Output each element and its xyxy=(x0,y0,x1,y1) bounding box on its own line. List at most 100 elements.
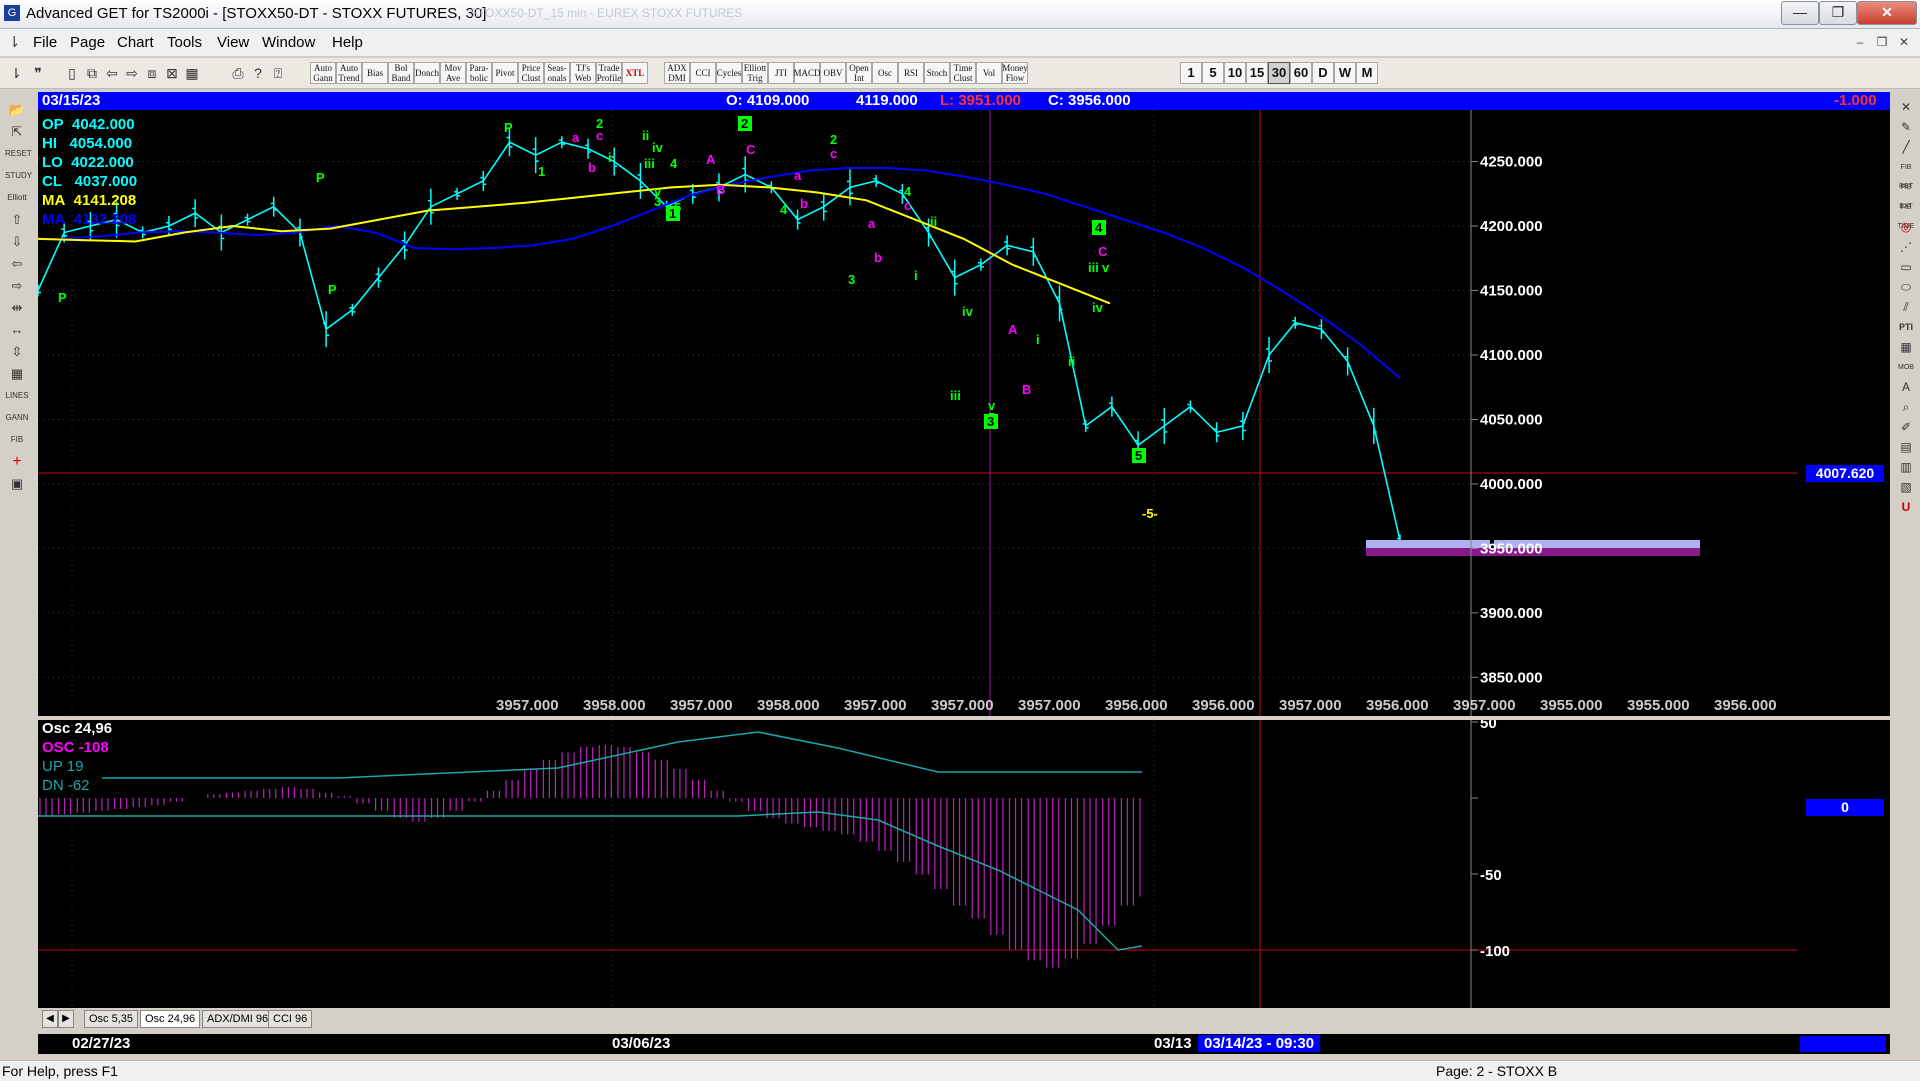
magnify-icon[interactable]: ⌕ xyxy=(1894,398,1918,417)
interval-d-button[interactable]: D xyxy=(1312,62,1334,84)
back-icon[interactable]: ⇦ xyxy=(102,62,122,84)
adx-dmi-button[interactable]: ADX DMI xyxy=(664,62,690,84)
new-icon[interactable]: ▯ xyxy=(62,62,82,84)
interval-5-button[interactable]: 5 xyxy=(1202,62,1224,84)
interval-60-button[interactable]: 60 xyxy=(1290,62,1312,84)
ellipse-tool-icon[interactable]: ⬭ xyxy=(1894,278,1918,297)
marker-icon[interactable]: ✐ xyxy=(1894,418,1918,437)
arrow-down-icon[interactable]: ⇩ xyxy=(5,232,29,252)
circle-tool-icon[interactable]: ◎ xyxy=(1894,218,1918,237)
magnet-icon[interactable]: U xyxy=(1894,498,1918,517)
grid-icon[interactable]: ▦ xyxy=(182,62,202,84)
rsi-button[interactable]: RSI xyxy=(898,62,924,84)
tab-cci-96[interactable]: CCI 96 xyxy=(268,1010,313,1028)
fib-ext-icon[interactable]: FIB EXT xyxy=(1894,178,1918,210)
scale-icon[interactable]: ⇳ xyxy=(5,342,29,362)
elliott-trig-button[interactable]: Elliott Trig xyxy=(742,62,768,84)
trade-profile-button[interactable]: Trade Profile xyxy=(596,62,622,84)
menu-view[interactable]: View xyxy=(217,34,249,51)
mdi-close-button[interactable]: ✕ xyxy=(1894,33,1914,51)
auto-gann-button[interactable]: Auto Gann xyxy=(310,62,336,84)
gann-icon[interactable]: GANN xyxy=(5,408,29,428)
pti-icon[interactable]: PTI xyxy=(1894,318,1918,337)
menu-help[interactable]: Help xyxy=(332,34,363,51)
mov-ave-button[interactable]: Mov Ave xyxy=(440,62,466,84)
context-help-icon[interactable]: ⍰ xyxy=(268,62,288,84)
fib-ret-icon[interactable]: FIB RET xyxy=(1894,158,1918,190)
channel-tool-icon[interactable]: ⫽ xyxy=(1894,298,1918,317)
menu-window[interactable]: Window xyxy=(262,34,315,51)
sheet-icon[interactable]: ▥ xyxy=(1894,458,1918,477)
interval-w-button[interactable]: W xyxy=(1334,62,1356,84)
arrow-up-icon[interactable]: ⇧ xyxy=(5,210,29,230)
fib-time-icon[interactable]: FIB TIME xyxy=(1894,198,1918,230)
quote-icon[interactable]: ❞ xyxy=(28,62,48,84)
cci-button[interactable]: CCI xyxy=(690,62,716,84)
jti-button[interactable]: JTI xyxy=(768,62,794,84)
chart-grid-icon[interactable]: ▤ xyxy=(1894,438,1918,457)
fib-icon[interactable]: FIB xyxy=(5,430,29,450)
time-clust-button[interactable]: Time Clust xyxy=(950,62,976,84)
mob-icon[interactable]: MOB xyxy=(1894,358,1918,377)
close-button[interactable]: ✕ xyxy=(1857,1,1917,25)
menu-tools[interactable]: Tools xyxy=(167,34,202,51)
mdi-minimize-button[interactable]: – xyxy=(1850,33,1870,51)
pencil-icon[interactable]: ✎ xyxy=(1894,118,1918,137)
lines-icon[interactable]: LINES xyxy=(5,386,29,406)
line-tool-icon[interactable]: ╱ xyxy=(1894,138,1918,157)
tab-osc-5-35[interactable]: Osc 5,35 xyxy=(84,1010,139,1028)
donch-button[interactable]: Donch xyxy=(414,62,440,84)
auto-trend-button[interactable]: Auto Trend xyxy=(336,62,362,84)
tab-scroll-left-icon[interactable]: ◀ xyxy=(42,1010,58,1028)
menu-chart[interactable]: Chart xyxy=(117,34,154,51)
stoch-button[interactable]: Stoch xyxy=(924,62,950,84)
crosshair-icon[interactable]: + xyxy=(5,452,29,472)
tab-adx-dmi-96[interactable]: ADX/DMI 96 xyxy=(202,1010,274,1028)
arrow-icon[interactable]: ⇂ xyxy=(6,62,26,84)
expand-icon[interactable]: ↔ xyxy=(5,320,29,340)
oscillator-panel[interactable]: 50 -50 -100 Osc 24,96 OSC -108 UP 19 DN -6… xyxy=(38,720,1890,1008)
tile-icon[interactable]: ⧈ xyxy=(142,62,162,84)
xtl-button[interactable]: XTL xyxy=(622,62,648,84)
bias-button[interactable]: Bias xyxy=(362,62,388,84)
print-icon[interactable]: ⎙ xyxy=(228,62,248,84)
restore-button[interactable]: ❐ xyxy=(1819,1,1857,25)
text-tool-icon[interactable]: A xyxy=(1894,378,1918,397)
tjs-web-button[interactable]: TJ's Web xyxy=(570,62,596,84)
book-icon[interactable]: ▧ xyxy=(1894,478,1918,497)
price-clust-button[interactable]: Price Clust xyxy=(518,62,544,84)
delete-icon[interactable]: ⊠ xyxy=(162,62,182,84)
menu-file[interactable]: File xyxy=(33,34,57,51)
copy-icon[interactable]: ⧉ xyxy=(82,62,102,84)
vol-button[interactable]: Vol xyxy=(976,62,1002,84)
study-icon[interactable]: STUDY xyxy=(5,166,32,186)
date-scroll-marker[interactable] xyxy=(1800,1036,1886,1052)
pivot-button[interactable]: Pivot xyxy=(492,62,518,84)
reset-icon[interactable]: RESET xyxy=(5,144,32,164)
camera-icon[interactable]: ▣ xyxy=(5,474,29,494)
compress-icon[interactable]: ⇹ xyxy=(5,298,29,318)
fan-tool-icon[interactable]: ⋰ xyxy=(1894,238,1918,257)
open-folder-icon[interactable]: 📂 xyxy=(5,100,29,120)
menu-page[interactable]: Page xyxy=(70,34,105,51)
interval-10-button[interactable]: 10 xyxy=(1224,62,1246,84)
interval-30-button[interactable]: 30 xyxy=(1268,62,1290,84)
macd-button[interactable]: MACD xyxy=(794,62,821,84)
help-icon[interactable]: ? xyxy=(248,62,268,84)
arrow-right-icon[interactable]: ⇨ xyxy=(5,276,29,296)
osc-button[interactable]: Osc xyxy=(872,62,898,84)
minimize-button[interactable]: — xyxy=(1781,1,1819,25)
elliott-icon[interactable]: Elliott xyxy=(5,188,29,208)
open-int-button[interactable]: Open Int xyxy=(846,62,872,84)
tab-scroll-right-icon[interactable]: ▶ xyxy=(58,1010,74,1028)
cycles-button[interactable]: Cycles xyxy=(716,62,742,84)
box-tool-icon[interactable]: ▭ xyxy=(1894,258,1918,277)
tab-osc-24-96[interactable]: Osc 24,96 xyxy=(140,1010,201,1028)
price-chart[interactable]: PPPP2acb1iiiiviii4v35ABCab42c4cab3iiiivi… xyxy=(38,110,1890,716)
cross-tool-icon[interactable]: ✕ xyxy=(1894,98,1918,117)
parabolic-button[interactable]: Para- bolic xyxy=(466,62,492,84)
mdi-restore-button[interactable]: ❐ xyxy=(1872,33,1892,51)
forward-icon[interactable]: ⇨ xyxy=(122,62,142,84)
seasonals-button[interactable]: Seas- onals xyxy=(544,62,570,84)
money-flow-button[interactable]: Money Flow xyxy=(1002,62,1028,84)
